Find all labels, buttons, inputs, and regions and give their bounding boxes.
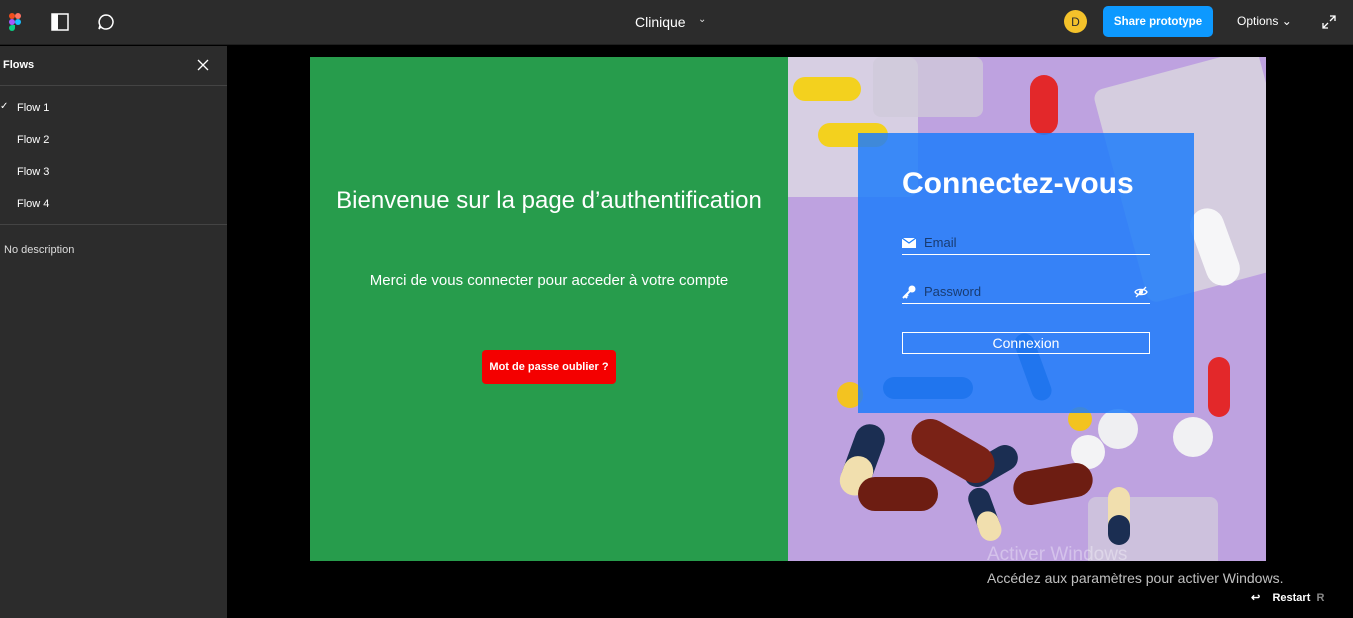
key-icon (902, 285, 916, 299)
restart-shortcut: R (1316, 592, 1325, 604)
flow-label: Flow 2 (17, 134, 50, 146)
check-icon: ✓ (0, 101, 9, 112)
flow-item-3[interactable]: Flow 3 (0, 156, 227, 188)
watermark-subtitle: Accédez aux paramètres pour activer Wind… (987, 570, 1284, 586)
chevron-down-icon[interactable]: ⌄ (698, 14, 706, 25)
prototype-frame: Bienvenue sur la page d’authentification… (310, 57, 1266, 561)
flow-description: No description (4, 244, 75, 256)
document-title[interactable]: Clinique (635, 14, 686, 30)
password-field[interactable]: Password (902, 282, 1150, 304)
email-field[interactable]: Email (902, 233, 1150, 255)
fullscreen-icon[interactable] (1318, 11, 1340, 33)
mail-icon (902, 237, 916, 248)
password-placeholder: Password (924, 284, 982, 299)
email-placeholder: Email (924, 235, 957, 250)
flow-label: Flow 3 (17, 166, 50, 178)
welcome-subtitle: Merci de vous connecter pour acceder à v… (369, 272, 729, 289)
connexion-button[interactable]: Connexion (902, 332, 1150, 354)
watermark-title: Activer Windows (987, 544, 1128, 565)
avatar[interactable]: D (1064, 10, 1087, 33)
flow-label: Flow 4 (17, 198, 50, 210)
eye-off-icon[interactable] (1134, 285, 1148, 299)
chevron-down-icon: ⌄ (1281, 14, 1292, 28)
divider (0, 224, 227, 225)
login-card: Connectez-vous Email Password Connexion (858, 133, 1194, 413)
welcome-pane: Bienvenue sur la page d’authentification… (310, 57, 788, 561)
forgot-password-button[interactable]: Mot de passe oublier ? (482, 350, 616, 384)
flow-item-2[interactable]: Flow 2 (0, 124, 227, 156)
comment-icon[interactable] (95, 11, 117, 33)
share-prototype-button[interactable]: Share prototype (1103, 6, 1213, 37)
sidebar-toggle-icon[interactable] (49, 11, 71, 33)
sidebar-title: Flows (3, 59, 35, 71)
flow-item-1[interactable]: ✓ Flow 1 (0, 92, 227, 124)
flow-label: Flow 1 (17, 102, 50, 114)
figma-logo-icon[interactable] (4, 11, 26, 33)
options-menu[interactable]: Options ⌄ (1237, 14, 1292, 28)
options-label: Options (1237, 14, 1279, 28)
sidebar-header: Flows (0, 46, 227, 86)
flow-item-4[interactable]: Flow 4 (0, 188, 227, 220)
flows-sidebar: Flows ✓ Flow 1 Flow 2 Flow 3 Flow 4 No d… (0, 46, 227, 618)
top-bar: Clinique ⌄ D Share prototype Options ⌄ (0, 0, 1353, 45)
restart-button[interactable]: ↩ Restart R (1251, 591, 1324, 604)
close-icon[interactable] (196, 58, 210, 72)
restart-arrow-icon: ↩ (1251, 592, 1261, 604)
restart-label: Restart (1272, 592, 1311, 604)
login-title: Connectez-vous (902, 167, 1134, 200)
welcome-title: Bienvenue sur la page d’authentification (336, 187, 762, 214)
